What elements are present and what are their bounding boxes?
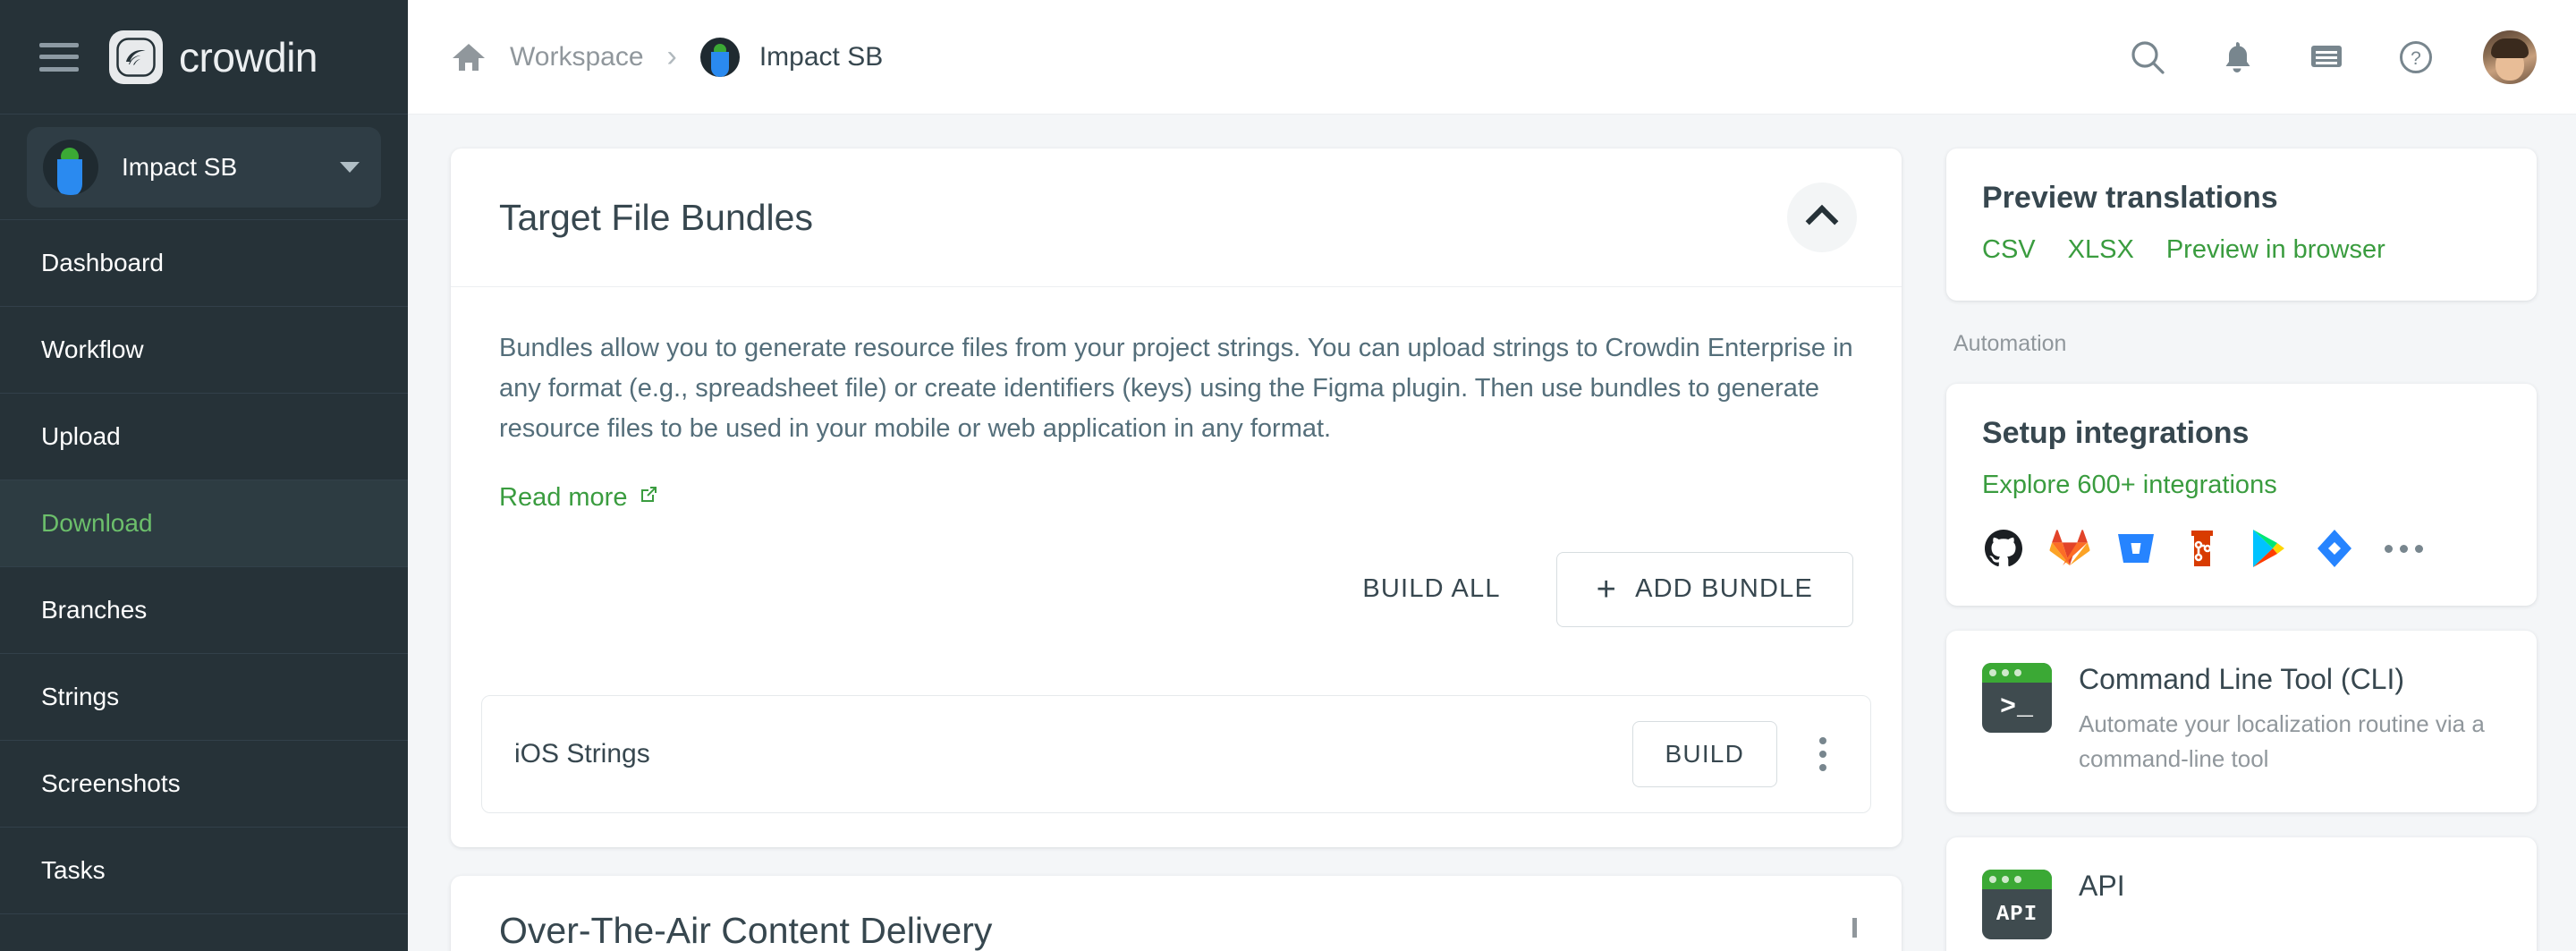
integration-icons: [1982, 527, 2501, 570]
cli-tool-name: Command Line Tool (CLI): [2079, 663, 2501, 696]
cli-tool-subtitle: Automate your localization routine via a…: [2079, 707, 2501, 777]
github-icon[interactable]: [1982, 527, 2025, 570]
jira-icon[interactable]: [2313, 527, 2356, 570]
sidebar-item-label: Upload: [41, 422, 121, 451]
ota-card-header: Over-The-Air Content Delivery: [451, 876, 1902, 951]
read-more-label: Read more: [499, 483, 627, 513]
app-root: crowdin Impact SB Dashboard Workflow Upl…: [0, 0, 2576, 951]
project-selector[interactable]: Impact SB: [0, 115, 408, 220]
bitbucket-icon[interactable]: [2114, 527, 2157, 570]
home-icon[interactable]: [451, 41, 487, 73]
breadcrumb-current: Impact SB: [759, 42, 883, 72]
preview-translations-card: Preview translations CSV XLSX Preview in…: [1946, 149, 2537, 301]
project-chip[interactable]: Impact SB: [27, 127, 381, 208]
bundles-actions: BUILD ALL + ADD BUNDLE: [499, 552, 1853, 627]
preview-xlsx-link[interactable]: XLSX: [2068, 235, 2134, 265]
cli-tool-card[interactable]: >_ Command Line Tool (CLI) Automate your…: [1946, 631, 2537, 812]
sidebar-item-label: Download: [41, 509, 153, 538]
chevron-right-icon: ›: [667, 39, 677, 74]
azure-repos-icon[interactable]: [2181, 527, 2224, 570]
terminal-glyph: >_: [1982, 683, 2052, 733]
sidebar-item-dashboard[interactable]: Dashboard: [0, 220, 408, 307]
google-play-icon[interactable]: [2247, 527, 2290, 570]
cli-tool-text: Command Line Tool (CLI) Automate your lo…: [2079, 663, 2501, 777]
left-sidebar: crowdin Impact SB Dashboard Workflow Upl…: [0, 0, 408, 951]
chevron-down-icon[interactable]: [340, 162, 360, 173]
breadcrumb-project[interactable]: Impact SB: [700, 38, 883, 77]
sidebar-item-label: Dashboard: [41, 249, 164, 277]
sidebar-item-download[interactable]: Download: [0, 480, 408, 567]
terminal-icon: >_: [1982, 663, 2052, 733]
explore-integrations-link[interactable]: Explore 600+ integrations: [1982, 471, 2277, 500]
preview-links: CSV XLSX Preview in browser: [1982, 235, 2501, 265]
bundles-description: Bundles allow you to generate resource f…: [499, 328, 1853, 449]
api-card[interactable]: API API: [1946, 837, 2537, 951]
bundles-card-header: Target File Bundles: [451, 149, 1902, 286]
target-file-bundles-card: Target File Bundles Bundles allow you to…: [451, 149, 1902, 847]
hamburger-menu-icon[interactable]: [39, 43, 79, 72]
help-circle-icon[interactable]: ?: [2394, 35, 2438, 80]
api-name: API: [2079, 870, 2501, 903]
sidebar-item-label: Tasks: [41, 856, 106, 885]
more-icon[interactable]: [2385, 545, 2423, 553]
page-body: Target File Bundles Bundles allow you to…: [408, 115, 2576, 951]
setup-integrations-card: Setup integrations Explore 600+ integrat…: [1946, 384, 2537, 606]
build-button[interactable]: BUILD: [1632, 721, 1777, 787]
chevron-up-icon[interactable]: [1787, 183, 1857, 252]
sidebar-item-label: Branches: [41, 596, 147, 624]
api-icon: API: [1982, 870, 2052, 939]
crowdin-logo-icon: [109, 30, 163, 84]
page-title: Target File Bundles: [499, 197, 1787, 239]
bell-icon[interactable]: [2215, 35, 2259, 80]
sidebar-nav: Dashboard Workflow Upload Download Branc…: [0, 220, 408, 951]
right-column: Preview translations CSV XLSX Preview in…: [1946, 149, 2537, 951]
add-bundle-label: ADD BUNDLE: [1635, 574, 1813, 604]
gitlab-icon[interactable]: [2048, 527, 2091, 570]
add-bundle-button[interactable]: + ADD BUNDLE: [1556, 552, 1853, 627]
read-more-link[interactable]: Read more: [499, 483, 659, 513]
sidebar-item-branches[interactable]: Branches: [0, 567, 408, 654]
project-avatar-icon: [700, 38, 740, 77]
top-bar-actions: ?: [2125, 30, 2537, 84]
automation-section-label: Automation: [1946, 326, 2537, 359]
brand-name: crowdin: [179, 33, 318, 81]
bundle-list-item[interactable]: iOS Strings BUILD: [481, 695, 1871, 813]
content-area: Workspace › Impact SB: [408, 0, 2576, 951]
chevron-down-icon[interactable]: [1852, 922, 1857, 938]
integrations-title: Setup integrations: [1982, 416, 2501, 451]
sidebar-item-upload[interactable]: Upload: [0, 394, 408, 480]
plus-icon: +: [1597, 573, 1617, 607]
svg-text:?: ?: [2411, 48, 2421, 69]
bundle-name: iOS Strings: [514, 739, 1611, 769]
sidebar-item-label: Screenshots: [41, 769, 181, 798]
build-all-button[interactable]: BUILD ALL: [1335, 555, 1527, 624]
preview-title: Preview translations: [1982, 181, 2501, 216]
user-avatar-icon[interactable]: [2483, 30, 2537, 84]
sidebar-header: crowdin: [0, 0, 408, 115]
sidebar-item-strings[interactable]: Strings: [0, 654, 408, 741]
sidebar-item-screenshots[interactable]: Screenshots: [0, 741, 408, 828]
brand-logo[interactable]: crowdin: [109, 30, 318, 84]
kebab-menu-icon[interactable]: [1799, 730, 1847, 778]
preview-csv-link[interactable]: CSV: [1982, 235, 2036, 265]
preview-in-browser-link[interactable]: Preview in browser: [2166, 235, 2385, 265]
sidebar-item-label: Workflow: [41, 335, 144, 364]
api-text: API: [2079, 870, 2501, 913]
top-bar: Workspace › Impact SB: [408, 0, 2576, 115]
bundles-card-body: Bundles allow you to generate resource f…: [451, 287, 1902, 663]
sidebar-item-label: Strings: [41, 683, 119, 711]
project-avatar-icon: [43, 140, 98, 195]
sidebar-item-tasks[interactable]: Tasks: [0, 828, 408, 914]
breadcrumb-workspace[interactable]: Workspace: [510, 42, 644, 72]
external-link-icon: [638, 483, 659, 513]
breadcrumb: Workspace › Impact SB: [451, 38, 2125, 77]
chat-icon[interactable]: [2304, 35, 2349, 80]
ota-title: Over-The-Air Content Delivery: [499, 910, 1852, 951]
search-icon[interactable]: [2125, 35, 2170, 80]
sidebar-item-workflow[interactable]: Workflow: [0, 307, 408, 394]
main-column: Target File Bundles Bundles allow you to…: [451, 149, 1902, 951]
project-name: Impact SB: [122, 153, 317, 182]
ota-content-delivery-card[interactable]: Over-The-Air Content Delivery: [451, 876, 1902, 951]
api-glyph: API: [1982, 889, 2052, 939]
